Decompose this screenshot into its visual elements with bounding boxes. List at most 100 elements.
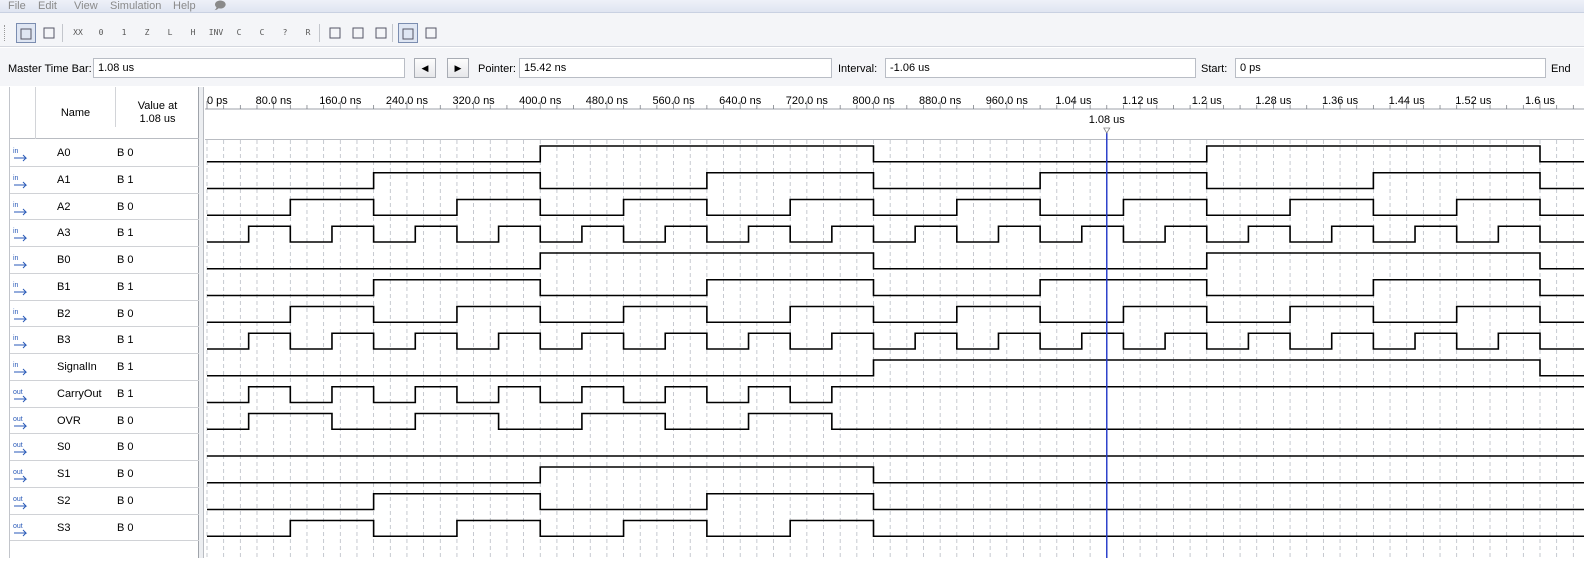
svg-text:in: in [13, 148, 19, 155]
menu-help[interactable]: Help [173, 0, 196, 12]
node-row-a2[interactable]: in A2 B 0 [10, 194, 199, 221]
toolbar: XX 0 1 Z L H INV C C? R [0, 13, 1584, 47]
input-pin-icon: in [12, 253, 32, 269]
node-name: B0 [57, 254, 71, 266]
master-time-bar-label: Master Time Bar: [8, 63, 92, 75]
svg-text:in: in [13, 202, 19, 209]
node-value: B 0 [117, 468, 134, 480]
node-name: A3 [57, 227, 71, 240]
forcing-low-icon[interactable]: 0 [91, 23, 111, 43]
master-time-bar-field[interactable]: 1.08 us [93, 58, 405, 78]
waveform-a3 [207, 225, 1584, 243]
waveform-pane[interactable]: 0 ps 80.0 ns 160.0 ns 240.0 ns 320.0 ns 400.0… [205, 87, 1584, 558]
node-row-ovr[interactable]: out OVR B 0 [10, 408, 199, 435]
invert-icon[interactable]: INV [206, 23, 226, 43]
menu-view[interactable]: View [74, 0, 98, 12]
node-value: B 1 [117, 387, 134, 400]
zoom-tool-icon[interactable] [39, 23, 59, 43]
arbitrary-value-icon[interactable]: R [298, 23, 318, 43]
node-row-b1[interactable]: in B1 B 1 [10, 274, 199, 301]
ruler-tick-label: 240.0 ns [386, 95, 429, 107]
weak-low-icon[interactable]: L [160, 23, 180, 43]
node-value: B 1 [117, 361, 134, 373]
node-row-b0[interactable]: in B0 B 0 [10, 247, 199, 274]
pointer-label: Pointer: [478, 63, 516, 75]
pointer-field[interactable]: 15.42 ns [519, 58, 832, 78]
node-name: B3 [57, 334, 71, 347]
node-value: B 1 [117, 173, 134, 186]
insert-node-icon[interactable] [348, 23, 368, 43]
interval-field[interactable]: -1.06 us [885, 58, 1196, 78]
input-pin-icon: in [12, 333, 32, 349]
pane-splitter[interactable] [199, 87, 204, 558]
clock-icon[interactable]: C [252, 23, 272, 43]
start-field[interactable]: 0 ps [1235, 58, 1546, 78]
grid-icon[interactable] [398, 23, 418, 43]
node-name: S1 [57, 468, 71, 480]
selection-tool-icon[interactable] [16, 23, 36, 43]
snap-to-transition-icon[interactable] [325, 23, 345, 43]
menu-simulation[interactable]: Simulation [110, 0, 161, 12]
random-value-icon[interactable]: ? [275, 23, 295, 43]
count-value-icon[interactable]: C [229, 23, 249, 43]
node-row-b3[interactable]: in B3 B 1 [10, 327, 199, 354]
time-bar: Master Time Bar: 1.08 us ◀ ▶ Pointer: 15… [0, 48, 1584, 86]
node-row-s1[interactable]: out S1 B 0 [10, 461, 199, 488]
ruler-tick-label: 880.0 ns [919, 95, 962, 107]
svg-text:in: in [13, 309, 19, 316]
node-name: A0 [57, 147, 71, 159]
menu-file[interactable]: File [8, 0, 26, 12]
input-pin-icon: in [12, 307, 32, 323]
node-row-carryout[interactable]: out CarryOut B 1 [10, 381, 199, 408]
node-row-s2[interactable]: out S2 B 0 [10, 488, 199, 515]
node-row-signalin[interactable]: in SignalIn B 1 [10, 354, 199, 381]
node-value: B 1 [117, 227, 134, 240]
node-row-b2[interactable]: in B2 B 0 [10, 301, 199, 328]
forcing-unknown-icon[interactable]: XX [68, 23, 88, 43]
next-transition-button[interactable]: ▶ [447, 58, 469, 78]
input-pin-icon: in [12, 200, 32, 216]
name-column-header[interactable]: Name [35, 87, 115, 139]
node-row-a0[interactable]: in A0 B 0 [10, 140, 199, 167]
high-impedance-icon[interactable]: Z [137, 23, 157, 43]
node-name: B1 [57, 280, 71, 293]
node-value: B 0 [117, 414, 134, 427]
ruler-tick-label: 400.0 ns [519, 95, 562, 107]
forcing-high-icon[interactable]: 1 [114, 23, 134, 43]
svg-text:in: in [13, 362, 19, 369]
node-row-s0[interactable]: out S0 B 0 [10, 434, 199, 461]
cursor-label: 1.08 us [1089, 114, 1126, 126]
output-pin-icon: out [12, 521, 32, 537]
waveform-canvas[interactable]: 0 ps 80.0 ns 160.0 ns 240.0 ns 320.0 ns 400.0… [205, 87, 1584, 558]
value-column-header[interactable]: Value at 1.08 us [115, 87, 199, 127]
help-balloon-icon[interactable]: 🗩 [214, 0, 226, 12]
node-name: A1 [57, 173, 71, 186]
ruler-tick-label: 960.0 ns [986, 95, 1029, 107]
value-header-line2: 1.08 us [139, 113, 176, 125]
weak-high-icon[interactable]: H [183, 23, 203, 43]
node-value: B 0 [117, 200, 134, 213]
node-row-a1[interactable]: in A1 B 1 [10, 167, 199, 194]
waveform-s1 [207, 466, 1584, 484]
output-pin-icon: out [12, 414, 32, 430]
find-icon[interactable] [371, 23, 391, 43]
waveform-ovr [207, 412, 1584, 431]
node-row-s3[interactable]: out S3 B 0 [10, 515, 199, 542]
ruler-tick-label: 320.0 ns [452, 95, 495, 107]
node-finder-icon[interactable] [421, 23, 441, 43]
node-name: S0 [57, 441, 71, 454]
waveform-s3 [207, 519, 1584, 538]
ruler-tick-label: 1.2 us [1192, 95, 1222, 107]
menu-edit[interactable]: Edit [38, 0, 57, 12]
output-pin-icon: out [12, 440, 32, 456]
ruler-tick-label: 640.0 ns [719, 95, 762, 107]
ruler-tick-label: 1.36 us [1322, 95, 1359, 107]
input-pin-icon: in [12, 360, 32, 376]
waveform-s2 [207, 492, 1584, 511]
node-value: B 0 [117, 441, 134, 454]
node-list-pane: Name Value at 1.08 us in A0 B 0 in A1 B 1 in A2… [9, 87, 199, 558]
node-row-a3[interactable]: in A3 B 1 [10, 220, 199, 247]
previous-transition-button[interactable]: ◀ [414, 58, 436, 78]
waveform-signalin [207, 359, 1584, 377]
input-pin-icon: in [12, 146, 32, 162]
